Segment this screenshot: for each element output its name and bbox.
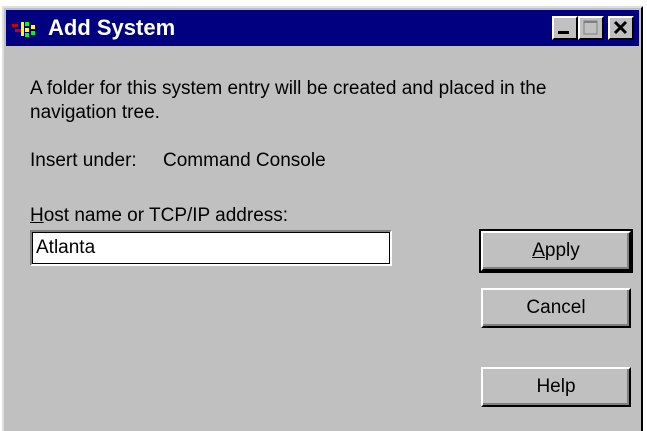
host-label-accelerator: H bbox=[30, 205, 44, 226]
app-icon bbox=[12, 22, 35, 37]
add-system-dialog: Add System A folder for this system entr… bbox=[2, 6, 643, 431]
host-label-text: ost name or TCP/IP address: bbox=[43, 205, 289, 226]
maximize-icon bbox=[583, 20, 598, 35]
host-name-input[interactable] bbox=[30, 230, 392, 266]
apply-accelerator: A bbox=[532, 240, 545, 261]
minimize-icon bbox=[558, 31, 569, 34]
insert-under-label: Insert under: bbox=[30, 150, 137, 171]
host-name-label: Host name or TCP/IP address: bbox=[30, 204, 288, 228]
apply-button[interactable]: Apply bbox=[479, 229, 633, 273]
description-text-line2: navigation tree. bbox=[30, 102, 160, 123]
maximize-button[interactable] bbox=[578, 16, 604, 40]
title-bar[interactable]: Add System bbox=[6, 10, 639, 46]
close-button[interactable] bbox=[608, 16, 634, 40]
window-title: Add System bbox=[48, 15, 176, 40]
description-text-line1: A folder for this system entry will be c… bbox=[30, 78, 547, 99]
minimize-button[interactable] bbox=[552, 16, 578, 40]
insert-under-value: Command Console bbox=[163, 150, 326, 171]
close-icon bbox=[613, 20, 628, 35]
cancel-button[interactable]: Cancel bbox=[481, 288, 631, 328]
apply-label: pply bbox=[544, 240, 580, 261]
help-button[interactable]: Help bbox=[481, 367, 631, 407]
